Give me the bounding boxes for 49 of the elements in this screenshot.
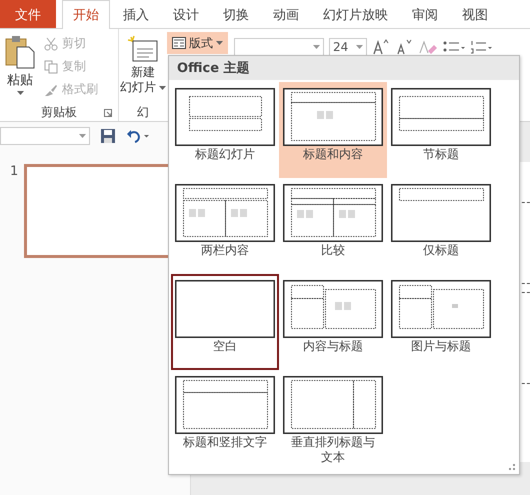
slide-number: 1	[10, 164, 18, 181]
font-name-field[interactable]	[234, 38, 324, 56]
layout-option[interactable]: 标题和内容	[279, 82, 387, 178]
brush-icon	[44, 82, 58, 96]
ribbon-tab[interactable]: 切换	[212, 0, 260, 28]
clipboard-icon	[4, 35, 36, 69]
ribbon-tab[interactable]: 审阅	[401, 0, 449, 28]
layout-button[interactable]: 版式	[167, 32, 228, 54]
layout-option[interactable]: 比较	[279, 178, 387, 274]
dialog-launcher-icon[interactable]	[104, 109, 112, 117]
caret-icon	[16, 91, 24, 95]
layout-option[interactable]: 仅标题	[387, 178, 495, 274]
save-icon[interactable]	[100, 128, 116, 144]
new-slide-button[interactable]: 新建 幻灯片	[120, 35, 166, 103]
layout-option[interactable]: 垂直排列标题与文本	[279, 370, 387, 466]
layout-option[interactable]: 空白	[171, 274, 279, 370]
resize-grip-icon[interactable]	[509, 464, 516, 471]
ribbon-tab[interactable]: 开始	[62, 0, 110, 29]
layout-option[interactable]: 标题幻灯片	[171, 82, 279, 178]
caret-icon	[159, 86, 166, 90]
section-field[interactable]	[0, 127, 90, 145]
shrink-font-icon[interactable]	[395, 39, 413, 55]
caret-icon	[356, 45, 363, 49]
group-label: 幻	[137, 104, 149, 121]
copy-icon	[44, 60, 58, 74]
scissors-icon	[44, 36, 58, 50]
ribbon-tab[interactable]: 设计	[162, 0, 210, 28]
layout-icon	[172, 37, 186, 49]
numbering-icon[interactable]	[470, 40, 492, 54]
ribbon-tab[interactable]: 动画	[262, 0, 310, 28]
file-tab[interactable]: 文件	[0, 0, 56, 28]
paste-button[interactable]: 粘贴	[0, 35, 40, 103]
ribbon-tab[interactable]: 插入	[112, 0, 160, 28]
ribbon-tab[interactable]: 视图	[451, 0, 499, 28]
menu-header: Office 主题	[169, 56, 519, 80]
font-size-field[interactable]: 24	[329, 38, 367, 56]
layout-option[interactable]: 节标题	[387, 82, 495, 178]
layout-option[interactable]: 两栏内容	[171, 178, 279, 274]
ribbon-tab[interactable]: 幻灯片放映	[312, 0, 399, 28]
layout-option[interactable]: 图片与标题	[387, 274, 495, 370]
caret-icon	[79, 134, 86, 138]
group-label: 剪贴板	[41, 104, 77, 120]
grow-font-icon[interactable]	[372, 39, 390, 55]
layout-option[interactable]: 内容与标题	[279, 274, 387, 370]
bullets-icon[interactable]	[443, 40, 465, 54]
caret-icon	[216, 41, 223, 45]
undo-icon[interactable]	[126, 128, 150, 144]
layout-option[interactable]: 标题和竖排文字	[171, 370, 279, 466]
caret-icon	[313, 45, 320, 49]
